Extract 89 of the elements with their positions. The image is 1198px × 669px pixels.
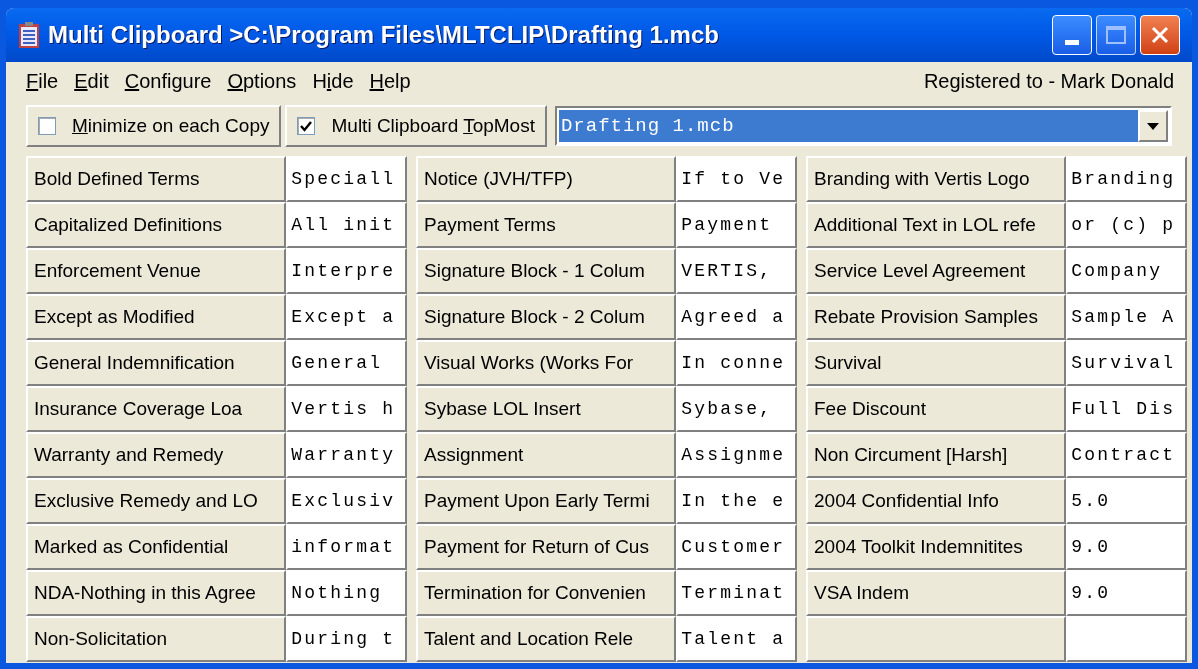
clip-preview-field: informat [286, 524, 407, 570]
clip-preview-field: Sample A [1066, 294, 1187, 340]
clip-button[interactable]: Enforcement Venue [26, 248, 287, 294]
clip-preview-field: General [286, 340, 407, 386]
checkbox-toggle[interactable]: Minimize on each Copy [26, 105, 282, 147]
clip-button[interactable]: Exclusive Remedy and LO [26, 478, 287, 524]
clip-button[interactable]: Termination for Convenien [416, 570, 677, 616]
window-title: Multi Clipboard >C:\Program Files\MLTCLIP\Drafting 1.mcb [48, 20, 719, 50]
clip-preview-field: or (c) p [1066, 202, 1187, 248]
file-combo-box[interactable]: Drafting 1.mcb [554, 106, 1172, 146]
clip-button[interactable]: Assignment [416, 432, 677, 478]
clip-preview-field: In the e [676, 478, 797, 524]
clip-preview-field: During t [286, 616, 407, 662]
close-icon [1150, 25, 1170, 45]
clip-preview-field: Talent a [676, 616, 797, 662]
clip-button[interactable]: Payment for Return of Cus [416, 524, 677, 570]
clip-preview-field: VERTIS, [676, 248, 797, 294]
clip-button[interactable]: General Indemnification [26, 340, 287, 386]
clip-preview-field: In conne [676, 340, 797, 386]
clip-button[interactable]: Non Circument [Harsh] [806, 432, 1067, 478]
clip-preview-field: Speciall [286, 156, 407, 202]
menu-item[interactable]: Edit [66, 66, 117, 96]
clip-button[interactable]: Sybase LOL Insert [416, 386, 677, 432]
clip-preview-field: Agreed a [676, 294, 797, 340]
clip-button[interactable]: NDA-Nothing in this Agree [26, 570, 287, 616]
clip-preview-field: Terminat [676, 570, 797, 616]
clip-button[interactable]: Visual Works (Works For [416, 340, 677, 386]
menu-item[interactable]: Configure [116, 66, 220, 96]
clip-preview-field: Exclusiv [286, 478, 407, 524]
minimize-button[interactable] [1052, 15, 1092, 55]
clip-preview-field: Warranty [286, 432, 407, 478]
clip-button[interactable]: Non-Solicitation [26, 616, 287, 662]
clip-preview-field: Customer [676, 524, 797, 570]
clip-button[interactable]: Branding with Vertis Logo [806, 156, 1067, 202]
clip-preview-field: Company [1066, 248, 1187, 294]
clip-button[interactable]: Payment Upon Early Termi [416, 478, 677, 524]
clip-button[interactable]: 2004 Toolkit Indemnitites [806, 524, 1067, 570]
clip-button[interactable]: Fee Discount [806, 386, 1067, 432]
clip-button[interactable]: Signature Block - 2 Colum [416, 294, 677, 340]
close-button[interactable] [1140, 15, 1180, 55]
clip-preview-field: Contract [1066, 432, 1187, 478]
clip-button[interactable]: 2004 Confidential Info [806, 478, 1067, 524]
clipboard-icon [18, 21, 40, 49]
dropdown-button[interactable] [1138, 110, 1168, 142]
clip-button[interactable]: Survival [806, 340, 1067, 386]
clip-preview-field: Interpre [286, 248, 407, 294]
menu-item[interactable]: Help [361, 66, 419, 96]
maximize-icon [1106, 26, 1126, 44]
registration-text: Registered to - Mark Donald [923, 69, 1175, 94]
clip-button[interactable]: Marked as Confidential [26, 524, 287, 570]
clip-button[interactable] [806, 616, 1067, 662]
clip-button[interactable]: Except as Modified [26, 294, 287, 340]
clip-preview-field: Assignme [676, 432, 797, 478]
maximize-button[interactable] [1096, 15, 1136, 55]
clip-button[interactable]: Bold Defined Terms [26, 156, 287, 202]
clip-preview-field: 9.0 [1066, 570, 1187, 616]
checkmark-icon [300, 120, 313, 132]
clip-preview-field: Survival [1066, 340, 1187, 386]
clip-button[interactable]: Rebate Provision Samples [806, 294, 1067, 340]
clip-preview-field: Nothing [286, 570, 407, 616]
clip-preview-field: 5.0 [1066, 478, 1187, 524]
checkbox-toggle[interactable]: Multi Clipboard TopMost [285, 105, 547, 147]
clip-button[interactable]: Capitalized Definitions [26, 202, 287, 248]
clip-button[interactable]: Warranty and Remedy [26, 432, 287, 478]
menu-item[interactable]: Hide [304, 66, 362, 96]
clip-button[interactable]: Payment Terms [416, 202, 677, 248]
clip-preview-field: All init [286, 202, 407, 248]
checkbox[interactable] [297, 117, 316, 135]
menu-item[interactable]: File [18, 66, 67, 96]
clip-preview-field: Sybase, [676, 386, 797, 432]
clip-preview-field: If to Ve [676, 156, 797, 202]
menu-item[interactable]: Options [219, 66, 305, 96]
clip-button[interactable]: Notice (JVH/TFP) [416, 156, 677, 202]
clip-preview-field: Except a [286, 294, 407, 340]
clip-button[interactable]: Insurance Coverage Loa [26, 386, 287, 432]
clip-button[interactable]: VSA Indem [806, 570, 1067, 616]
clip-preview-field: Full Dis [1066, 386, 1187, 432]
clip-preview-field: Payment [676, 202, 797, 248]
clip-preview-field: 9.0 [1066, 524, 1187, 570]
minimize-icon [1065, 40, 1079, 45]
clip-button[interactable]: Talent and Location Rele [416, 616, 677, 662]
clip-preview-field: Vertis h [286, 386, 407, 432]
checkbox[interactable] [38, 117, 56, 135]
clip-button[interactable]: Additional Text in LOL refe [806, 202, 1067, 248]
caret-icon [1147, 122, 1159, 130]
clip-button[interactable]: Service Level Agreement [806, 248, 1067, 294]
combo-value: Drafting 1.mcb [558, 110, 1138, 142]
clip-preview-field: Branding [1066, 156, 1187, 202]
clip-button[interactable]: Signature Block - 1 Colum [416, 248, 677, 294]
